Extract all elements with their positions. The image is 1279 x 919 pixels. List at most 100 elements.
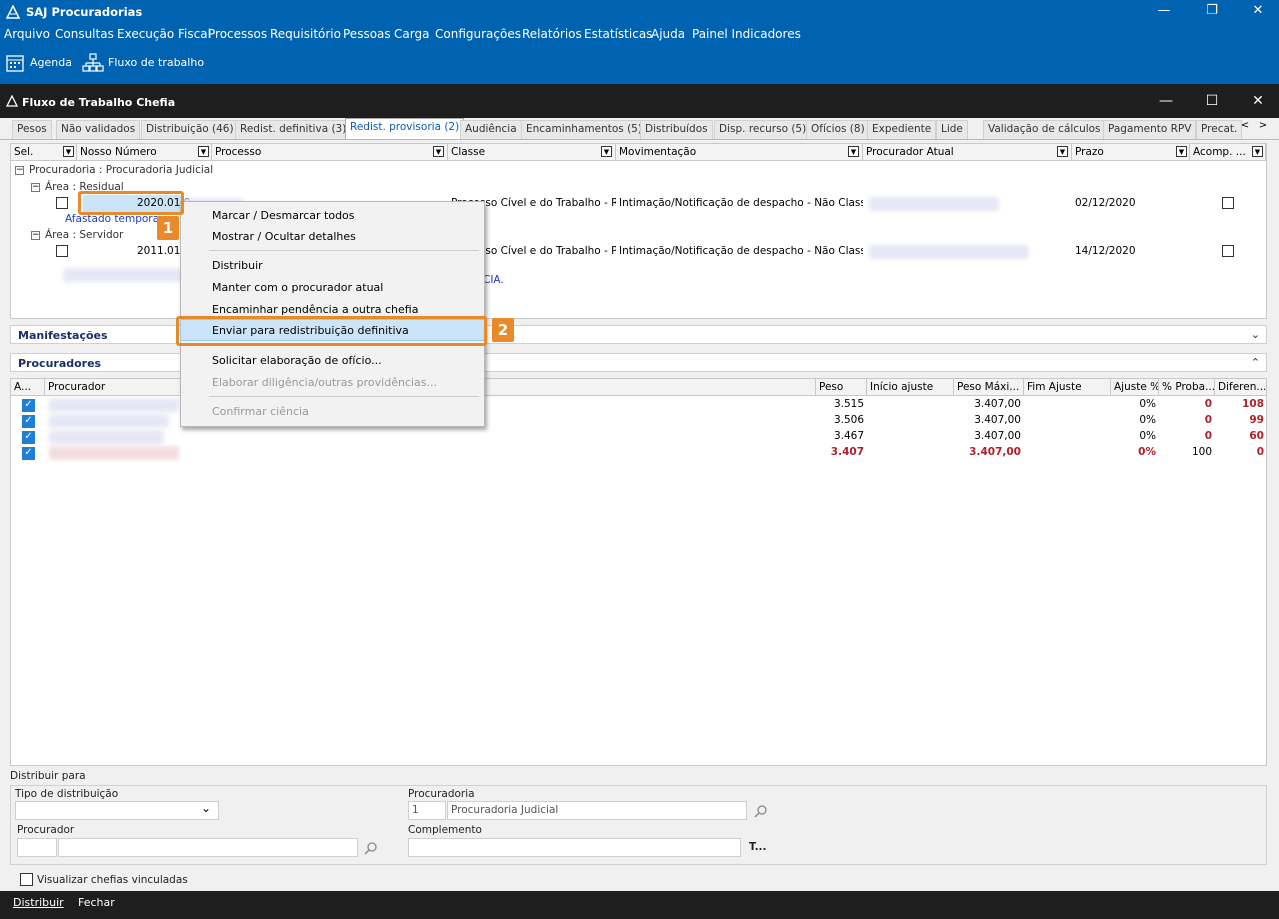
menu-marcar-desmarcar[interactable]: Marcar / Desmarcar todos <box>212 209 355 222</box>
prob-cell: 100 <box>1191 446 1212 458</box>
menu-estatisticas[interactable]: Estatísticas <box>584 27 652 41</box>
col-peso[interactable]: Peso <box>816 379 867 396</box>
tab-disp-recurso[interactable]: Disp. recurso (5) <box>714 120 812 139</box>
complemento-button[interactable]: T... <box>749 841 767 853</box>
callout-box-1 <box>78 191 184 215</box>
collapse-toggle-icon[interactable]: − <box>31 183 40 192</box>
col-prazo[interactable]: Prazo <box>1072 144 1190 161</box>
acomp-checkbox[interactable] <box>1222 197 1234 209</box>
filter-dropdown-icon[interactable]: ▼ <box>1252 146 1263 157</box>
collapse-toggle-icon[interactable]: − <box>31 231 40 240</box>
row-checkbox-checked[interactable]: ✓ <box>22 415 35 428</box>
filter-dropdown-icon[interactable]: ▼ <box>63 146 74 157</box>
toolbar-workflow-button[interactable]: Fluxo de trabalho <box>108 56 204 69</box>
menu-ajuda[interactable]: Ajuda <box>651 27 685 41</box>
collapse-toggle-icon[interactable]: − <box>15 166 24 175</box>
col-ajuste-pct[interactable]: Ajuste % <box>1111 379 1159 396</box>
tab-pesos[interactable]: Pesos <box>12 120 52 139</box>
chevron-up-icon[interactable]: ⌃ <box>1251 356 1260 369</box>
filter-dropdown-icon[interactable]: ▼ <box>198 146 209 157</box>
tab-distribuicao[interactable]: Distribuição (46) <box>141 120 239 139</box>
window-maximize-button[interactable]: ☐ <box>1195 90 1229 112</box>
menu-arquivo[interactable]: Arquivo <box>4 27 50 41</box>
menu-processos[interactable]: Processos <box>208 27 267 41</box>
col-classe[interactable]: Classe <box>448 144 616 161</box>
tab-scroll-right-icon[interactable]: > <box>1256 120 1270 131</box>
tab-pagamento-rpv[interactable]: Pagamento RPV <box>1103 120 1197 139</box>
chevron-down-icon[interactable]: ⌄ <box>201 801 211 815</box>
col-processo[interactable]: Processo <box>212 144 448 161</box>
window-title: Fluxo de Trabalho Chefia <box>22 96 176 109</box>
tab-nao-validados[interactable]: Não validados <box>56 120 141 139</box>
peso-cell: 3.506 <box>833 414 864 426</box>
row-checkbox-checked[interactable]: ✓ <box>22 431 35 444</box>
tab-audiencia[interactable]: Audiência <box>460 120 522 139</box>
tab-oficios[interactable]: Ofícios (8) <box>806 120 870 139</box>
search-icon[interactable] <box>754 804 768 818</box>
complemento-field[interactable] <box>408 838 741 857</box>
menu-carga[interactable]: Carga <box>394 27 429 41</box>
close-button[interactable]: ✕ <box>1235 0 1279 24</box>
menu-manter-procurador[interactable]: Manter com o procurador atual <box>212 281 383 294</box>
row-checkbox-checked[interactable]: ✓ <box>22 447 35 460</box>
tipo-distribuicao-select[interactable] <box>15 801 219 820</box>
menu-execucao-fiscal[interactable]: Execução Fiscal <box>117 27 211 41</box>
row-checkbox-checked[interactable]: ✓ <box>22 399 35 412</box>
col-diferenca[interactable]: Diferen... <box>1215 379 1267 396</box>
procuradoria-code-field[interactable]: 1 <box>408 801 446 820</box>
menu-pessoas[interactable]: Pessoas <box>343 27 391 41</box>
tab-validacao-calculos[interactable]: Validação de cálculos <box>983 120 1106 139</box>
procurador-name-field[interactable] <box>58 838 358 857</box>
col-probabilidade[interactable]: % Proba... <box>1159 379 1215 396</box>
filter-dropdown-icon[interactable]: ▼ <box>1057 146 1068 157</box>
tab-redist-provisoria[interactable]: Redist. provisoria (2) <box>345 118 465 139</box>
window-logo-icon <box>6 95 18 107</box>
menu-distribuir[interactable]: Distribuir <box>212 259 263 272</box>
maximize-button[interactable]: ❐ <box>1189 0 1235 24</box>
tab-scroll-left-icon[interactable]: < <box>1238 120 1252 131</box>
filter-dropdown-icon[interactable]: ▼ <box>848 146 859 157</box>
detail-text: CIA. <box>483 274 504 286</box>
menu-solicitar-oficio[interactable]: Solicitar elaboração de ofício... <box>212 354 382 367</box>
col-procurador-atual[interactable]: Procurador Atual <box>863 144 1072 161</box>
tab-encaminhamentos[interactable]: Encaminhamentos (5) <box>521 120 647 139</box>
acomp-checkbox[interactable] <box>1222 245 1234 257</box>
tab-redist-definitiva[interactable]: Redist. definitiva (3) <box>235 120 352 139</box>
tab-expediente[interactable]: Expediente <box>867 120 937 139</box>
chevron-down-icon[interactable]: ⌄ <box>1251 328 1260 341</box>
search-icon[interactable] <box>364 841 378 855</box>
filter-dropdown-icon[interactable]: ▼ <box>1176 146 1187 157</box>
menu-mostrar-ocultar[interactable]: Mostrar / Ocultar detalhes <box>212 230 356 243</box>
visualizar-chefias-checkbox[interactable] <box>20 873 33 886</box>
filter-dropdown-icon[interactable]: ▼ <box>433 146 444 157</box>
col-fim-ajuste[interactable]: Fim Ajuste <box>1024 379 1111 396</box>
col-nosso-numero[interactable]: Nosso Número <box>77 144 212 161</box>
col-a[interactable]: A... <box>11 379 45 396</box>
tab-precat[interactable]: Precat. <box>1196 120 1243 139</box>
distribuir-button[interactable]: Distribuir <box>13 896 64 909</box>
menu-configuracoes[interactable]: Configurações <box>435 27 521 41</box>
row-select-checkbox[interactable] <box>56 245 68 257</box>
menu-consultas[interactable]: Consultas <box>55 27 114 41</box>
tab-lide[interactable]: Lide <box>936 120 968 139</box>
fechar-button[interactable]: Fechar <box>78 896 115 909</box>
prazo-cell: 02/12/2020 <box>1075 197 1136 209</box>
row-select-checkbox[interactable] <box>56 197 68 209</box>
procurador-code-field[interactable] <box>17 838 57 857</box>
filter-dropdown-icon[interactable]: ▼ <box>601 146 612 157</box>
minimize-button[interactable]: — <box>1141 0 1187 24</box>
col-movimentacao[interactable]: Movimentação <box>616 144 863 161</box>
window-close-button[interactable]: ✕ <box>1241 90 1275 112</box>
col-inicio-ajuste[interactable]: Início ajuste <box>867 379 954 396</box>
procuradoria-name-field[interactable]: Procuradoria Judicial <box>447 801 747 820</box>
window-minimize-button[interactable]: — <box>1149 90 1183 112</box>
menu-encaminhar-pendencia[interactable]: Encaminhar pendência a outra chefia <box>212 303 418 316</box>
toolbar-agenda-button[interactable]: Agenda <box>30 56 72 69</box>
app-logo-icon <box>6 5 20 19</box>
col-peso-maximo[interactable]: Peso Máxi... <box>954 379 1024 396</box>
menu-painel-indicadores[interactable]: Painel Indicadores <box>692 27 801 41</box>
menu-relatorios[interactable]: Relatórios <box>522 27 582 41</box>
peso-max-cell: 3.407,00 <box>974 430 1021 442</box>
tab-distribuidos[interactable]: Distribuídos <box>640 120 713 139</box>
menu-requisitorio[interactable]: Requisitório <box>270 27 341 41</box>
